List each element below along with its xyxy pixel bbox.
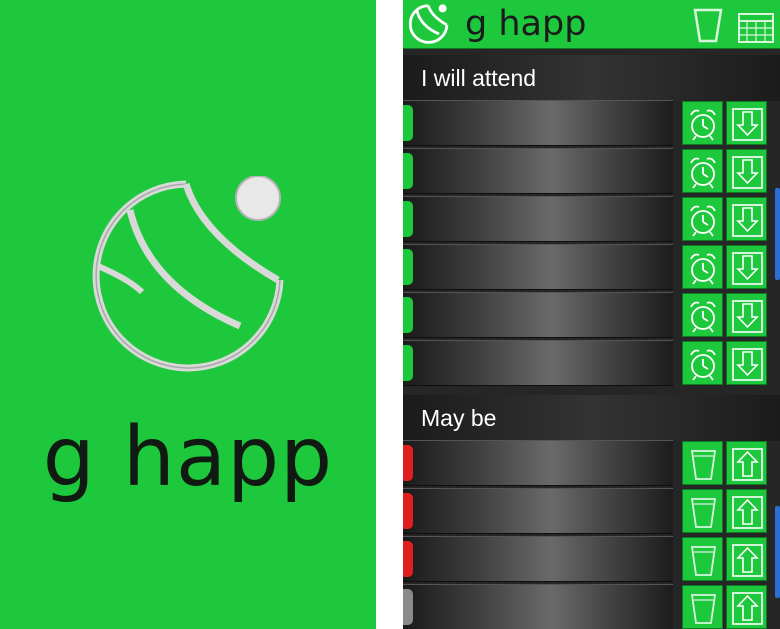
event-row-bar[interactable] bbox=[403, 148, 673, 194]
alarm-clock-icon bbox=[690, 157, 716, 189]
upload-arrow-button[interactable] bbox=[726, 441, 767, 485]
event-row-bar[interactable] bbox=[403, 292, 673, 338]
alarm-clock-icon bbox=[690, 205, 716, 237]
calendar-icon[interactable] bbox=[737, 10, 775, 44]
upload-arrow-icon bbox=[732, 496, 763, 529]
cup-icon bbox=[690, 450, 717, 480]
status-marker bbox=[403, 201, 413, 237]
alarm-clock-button[interactable] bbox=[682, 293, 723, 337]
upload-arrow-icon bbox=[732, 592, 763, 625]
status-marker bbox=[403, 589, 413, 625]
list-item[interactable] bbox=[403, 340, 780, 386]
app-header: g happ bbox=[403, 0, 780, 49]
status-marker bbox=[403, 541, 413, 577]
download-arrow-icon bbox=[732, 108, 763, 141]
section-header-maybe: May be bbox=[403, 395, 780, 441]
cup-button[interactable] bbox=[682, 537, 723, 581]
download-arrow-icon bbox=[732, 204, 763, 237]
list-item[interactable] bbox=[403, 244, 780, 290]
download-arrow-button[interactable] bbox=[726, 293, 767, 337]
event-row-bar[interactable] bbox=[403, 340, 673, 386]
status-marker bbox=[403, 153, 413, 189]
section-title: May be bbox=[421, 405, 497, 431]
download-arrow-icon bbox=[732, 252, 763, 285]
list-item[interactable] bbox=[403, 536, 780, 582]
list-item[interactable] bbox=[403, 584, 780, 629]
list-item[interactable] bbox=[403, 148, 780, 194]
splash-screen: g happ bbox=[0, 0, 376, 629]
event-row-bar[interactable] bbox=[403, 244, 673, 290]
status-marker bbox=[403, 445, 413, 481]
list-item[interactable] bbox=[403, 440, 780, 486]
download-arrow-button[interactable] bbox=[726, 149, 767, 193]
cup-button[interactable] bbox=[682, 489, 723, 533]
alarm-clock-icon bbox=[690, 349, 716, 381]
event-row-bar[interactable] bbox=[403, 100, 673, 146]
cup-button[interactable] bbox=[682, 585, 723, 629]
alarm-clock-icon bbox=[690, 109, 716, 141]
event-row-bar[interactable] bbox=[403, 584, 673, 629]
alarm-clock-icon bbox=[690, 301, 716, 333]
event-row-bar[interactable] bbox=[403, 440, 673, 486]
download-arrow-icon bbox=[732, 156, 763, 189]
ball-moon-logo-icon bbox=[92, 176, 284, 372]
status-marker bbox=[403, 249, 413, 285]
alarm-clock-button[interactable] bbox=[682, 341, 723, 385]
event-row-bar[interactable] bbox=[403, 196, 673, 242]
splash-app-title: g happ bbox=[42, 410, 334, 505]
event-row-bar[interactable] bbox=[403, 536, 673, 582]
status-marker bbox=[403, 493, 413, 529]
alarm-clock-button[interactable] bbox=[682, 197, 723, 241]
download-arrow-icon bbox=[732, 300, 763, 333]
list-item[interactable] bbox=[403, 100, 780, 146]
status-marker bbox=[403, 297, 413, 333]
event-row-bar[interactable] bbox=[403, 488, 673, 534]
status-marker bbox=[403, 105, 413, 141]
scrollbar-attend[interactable] bbox=[775, 188, 780, 280]
section-title: I will attend bbox=[421, 65, 537, 91]
cup-button[interactable] bbox=[682, 441, 723, 485]
status-marker bbox=[403, 345, 413, 381]
ball-moon-logo-icon bbox=[409, 4, 449, 44]
download-arrow-button[interactable] bbox=[726, 245, 767, 289]
download-arrow-icon bbox=[732, 348, 763, 381]
upload-arrow-button[interactable] bbox=[726, 489, 767, 533]
upload-arrow-icon bbox=[732, 448, 763, 481]
app-screen: g happ I will attend May be bbox=[403, 0, 780, 629]
upload-arrow-icon bbox=[732, 544, 763, 577]
alarm-clock-button[interactable] bbox=[682, 245, 723, 289]
alarm-clock-icon bbox=[690, 253, 716, 285]
download-arrow-button[interactable] bbox=[726, 341, 767, 385]
upload-arrow-button[interactable] bbox=[726, 537, 767, 581]
list-item[interactable] bbox=[403, 488, 780, 534]
list-item[interactable] bbox=[403, 196, 780, 242]
alarm-clock-button[interactable] bbox=[682, 149, 723, 193]
cup-icon bbox=[690, 594, 717, 624]
alarm-clock-button[interactable] bbox=[682, 101, 723, 145]
section-header-attend: I will attend bbox=[403, 55, 780, 101]
cup-icon bbox=[690, 546, 717, 576]
scrollbar-maybe[interactable] bbox=[775, 506, 780, 598]
upload-arrow-button[interactable] bbox=[726, 585, 767, 629]
cup-icon bbox=[690, 498, 717, 528]
list-item[interactable] bbox=[403, 292, 780, 338]
cup-icon[interactable] bbox=[692, 6, 724, 44]
header-app-title: g happ bbox=[465, 4, 587, 44]
download-arrow-button[interactable] bbox=[726, 101, 767, 145]
download-arrow-button[interactable] bbox=[726, 197, 767, 241]
